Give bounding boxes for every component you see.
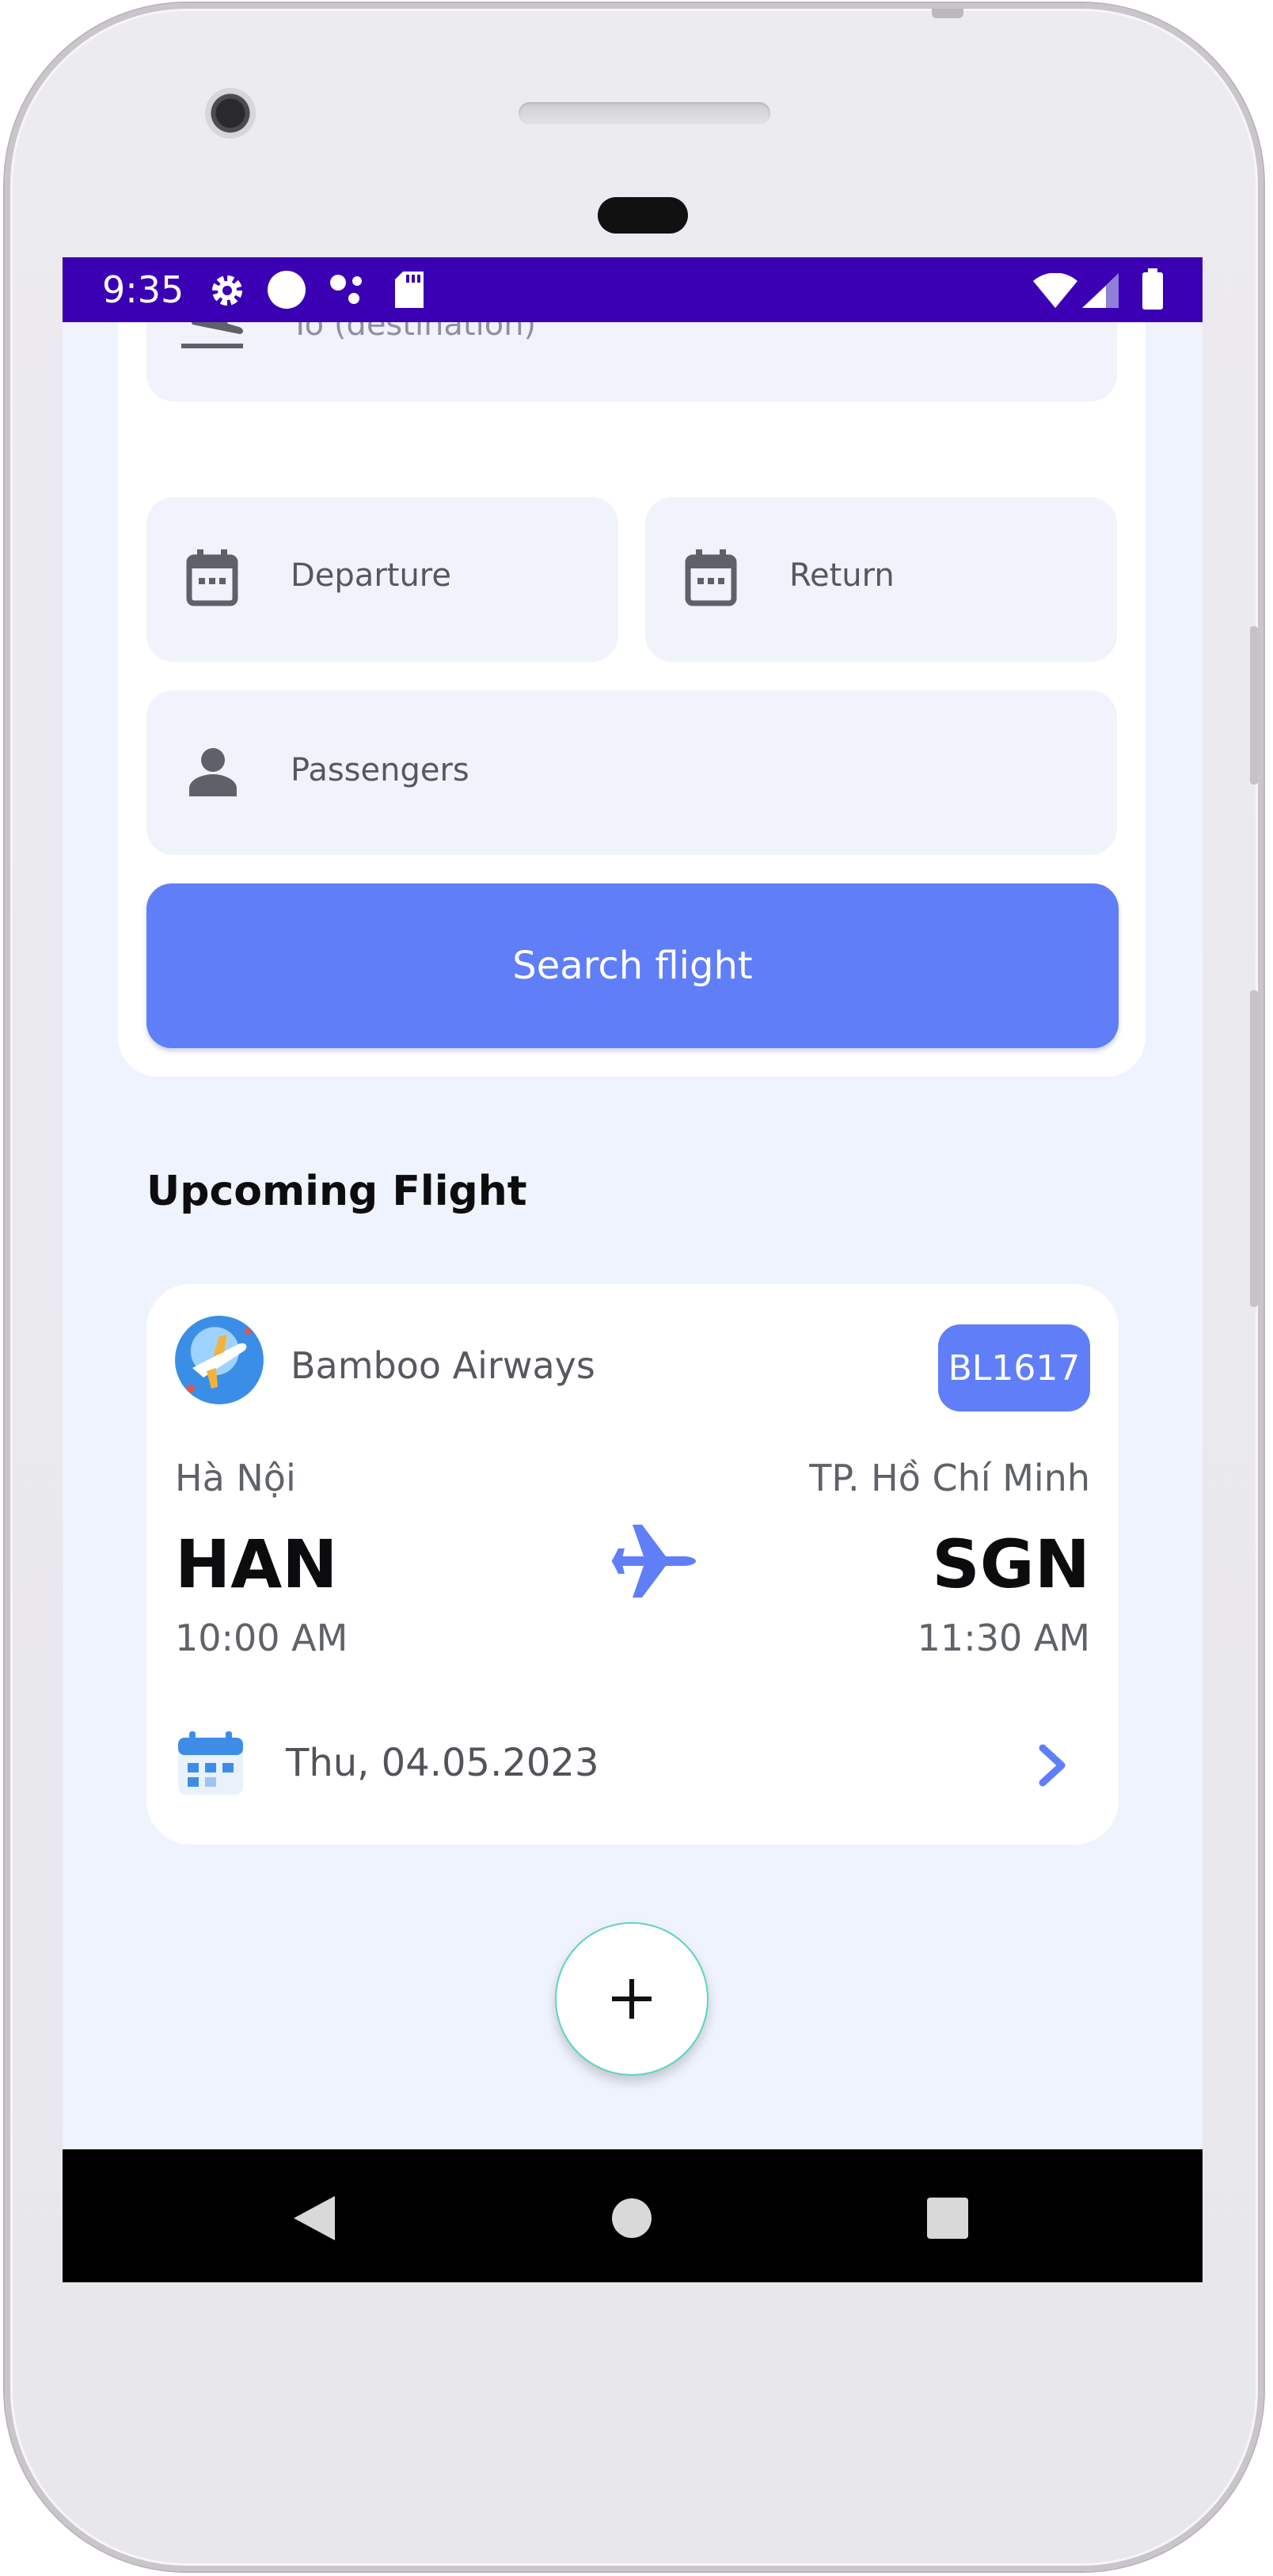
home-icon[interactable]	[611, 2198, 652, 2242]
sd-card-icon	[395, 272, 425, 311]
upcoming-flight-title: Upcoming Flight	[146, 1168, 527, 1215]
departure-date-field[interactable]: Departure	[146, 497, 618, 662]
app-screen: To (destination) Departure Return Passen…	[63, 257, 1203, 2282]
battery-icon	[1141, 268, 1165, 313]
earpiece-speaker	[519, 102, 770, 124]
return-date-field[interactable]: Return	[645, 497, 1117, 662]
calendar-date-icon	[175, 1730, 246, 1799]
recents-icon[interactable]	[927, 2198, 968, 2242]
plus-icon	[612, 1979, 652, 2019]
flight-code-badge: BL1617	[938, 1324, 1090, 1411]
proximity-sensor	[598, 197, 688, 234]
gear-icon	[208, 272, 246, 313]
circle-icon	[265, 268, 308, 314]
airplane-icon	[609, 1522, 697, 1604]
wifi-icon	[1033, 272, 1077, 311]
passengers-label: Passengers	[291, 752, 469, 788]
airline-name: Bamboo Airways	[291, 1344, 595, 1387]
destination-city: TP. Hồ Chí Minh	[809, 1457, 1090, 1499]
airline-logo	[175, 1316, 264, 1404]
return-label: Return	[789, 557, 895, 594]
departure-time: 10:00 AM	[175, 1617, 348, 1659]
cell-signal-icon	[1082, 273, 1119, 311]
status-time: 9:35	[102, 268, 184, 311]
front-camera	[205, 88, 256, 139]
upcoming-flight-card[interactable]: Bamboo Airways BL1617 Hà Nội TP. Hồ Chí …	[146, 1284, 1119, 1845]
destination-code: SGN	[932, 1525, 1090, 1603]
passengers-field[interactable]: Passengers	[146, 690, 1117, 855]
calendar-icon	[186, 549, 238, 610]
person-icon	[189, 747, 237, 800]
chevron-right-icon[interactable]	[1036, 1743, 1068, 1791]
origin-city: Hà Nội	[175, 1457, 296, 1499]
origin-code: HAN	[175, 1525, 338, 1603]
calendar-icon	[685, 549, 737, 610]
status-bar: 9:35	[63, 257, 1203, 322]
frame-seam	[932, 9, 963, 18]
add-flight-button[interactable]	[555, 1922, 709, 2076]
departure-label: Departure	[291, 557, 451, 594]
system-navigation-bar	[63, 2149, 1203, 2282]
volume-button	[1250, 990, 1258, 1307]
back-icon[interactable]	[292, 2194, 336, 2245]
search-flight-button[interactable]: Search flight	[146, 883, 1119, 1048]
arrival-time: 11:30 AM	[917, 1617, 1090, 1659]
flight-date: Thu, 04.05.2023	[286, 1741, 599, 1785]
assistant-dots-icon	[329, 273, 368, 310]
power-button	[1250, 626, 1258, 785]
